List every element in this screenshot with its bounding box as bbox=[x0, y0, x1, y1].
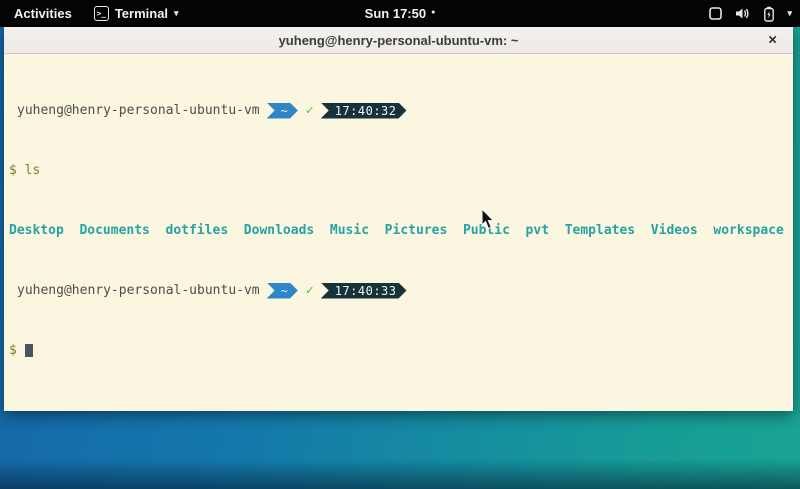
typed-command-text: ls bbox=[25, 163, 41, 178]
command-line: $ ls bbox=[9, 163, 788, 178]
clock-menu[interactable]: Sun 17:50 ● bbox=[365, 6, 436, 21]
activities-button[interactable]: Activities bbox=[10, 4, 76, 23]
check-icon: ✓ bbox=[306, 283, 314, 298]
clock-label: Sun 17:50 bbox=[365, 6, 426, 21]
active-input-line[interactable]: $ bbox=[9, 343, 788, 358]
check-icon: ✓ bbox=[306, 103, 314, 118]
prompt-user-host: yuheng@henry-personal-ubuntu-vm bbox=[17, 283, 260, 298]
system-status-menu[interactable]: ▾ bbox=[708, 6, 792, 22]
prompt-time-badge: 17:40:32 bbox=[321, 103, 407, 119]
ls-output-line: Desktop Documents dotfiles Downloads Mus… bbox=[9, 223, 788, 238]
battery-charging-icon bbox=[763, 6, 775, 22]
volume-icon bbox=[735, 6, 751, 21]
prompt-dollar: $ bbox=[9, 163, 17, 178]
screen-share-icon bbox=[708, 6, 723, 21]
prompt-user-host: yuheng@henry-personal-ubuntu-vm bbox=[17, 103, 260, 118]
prompt-time-badge: 17:40:33 bbox=[321, 283, 407, 299]
prompt-path-segment: ~ bbox=[267, 283, 298, 299]
window-titlebar[interactable]: yuheng@henry-personal-ubuntu-vm: ~ × bbox=[4, 27, 793, 54]
app-menu-terminal[interactable]: >_ Terminal ▾ bbox=[94, 6, 179, 21]
screen: Activities >_ Terminal ▾ Sun 17:50 ● ▾ bbox=[0, 0, 800, 489]
typed-command bbox=[17, 163, 25, 178]
chevron-down-icon: ▾ bbox=[174, 8, 179, 19]
notification-dot-icon: ● bbox=[431, 9, 435, 16]
text-cursor bbox=[25, 344, 33, 357]
close-icon[interactable]: × bbox=[768, 33, 777, 48]
chevron-down-icon: ▾ bbox=[787, 8, 792, 19]
terminal-app-icon: >_ bbox=[94, 6, 109, 21]
prompt-line-2: yuheng@henry-personal-ubuntu-vm ~ ✓ 17:4… bbox=[9, 283, 788, 298]
top-bar: Activities >_ Terminal ▾ Sun 17:50 ● ▾ bbox=[0, 0, 800, 27]
prompt-dollar: $ bbox=[9, 343, 17, 358]
app-menu-label: Terminal bbox=[115, 6, 168, 21]
directory-listing: Desktop Documents dotfiles Downloads Mus… bbox=[9, 223, 784, 238]
prompt-path-segment: ~ bbox=[267, 103, 298, 119]
terminal-content[interactable]: yuheng@henry-personal-ubuntu-vm ~ ✓ 17:4… bbox=[4, 54, 793, 411]
window-title: yuheng@henry-personal-ubuntu-vm: ~ bbox=[279, 33, 519, 48]
prompt-line-1: yuheng@henry-personal-ubuntu-vm ~ ✓ 17:4… bbox=[9, 103, 788, 118]
terminal-window: yuheng@henry-personal-ubuntu-vm: ~ × yuh… bbox=[4, 27, 793, 411]
